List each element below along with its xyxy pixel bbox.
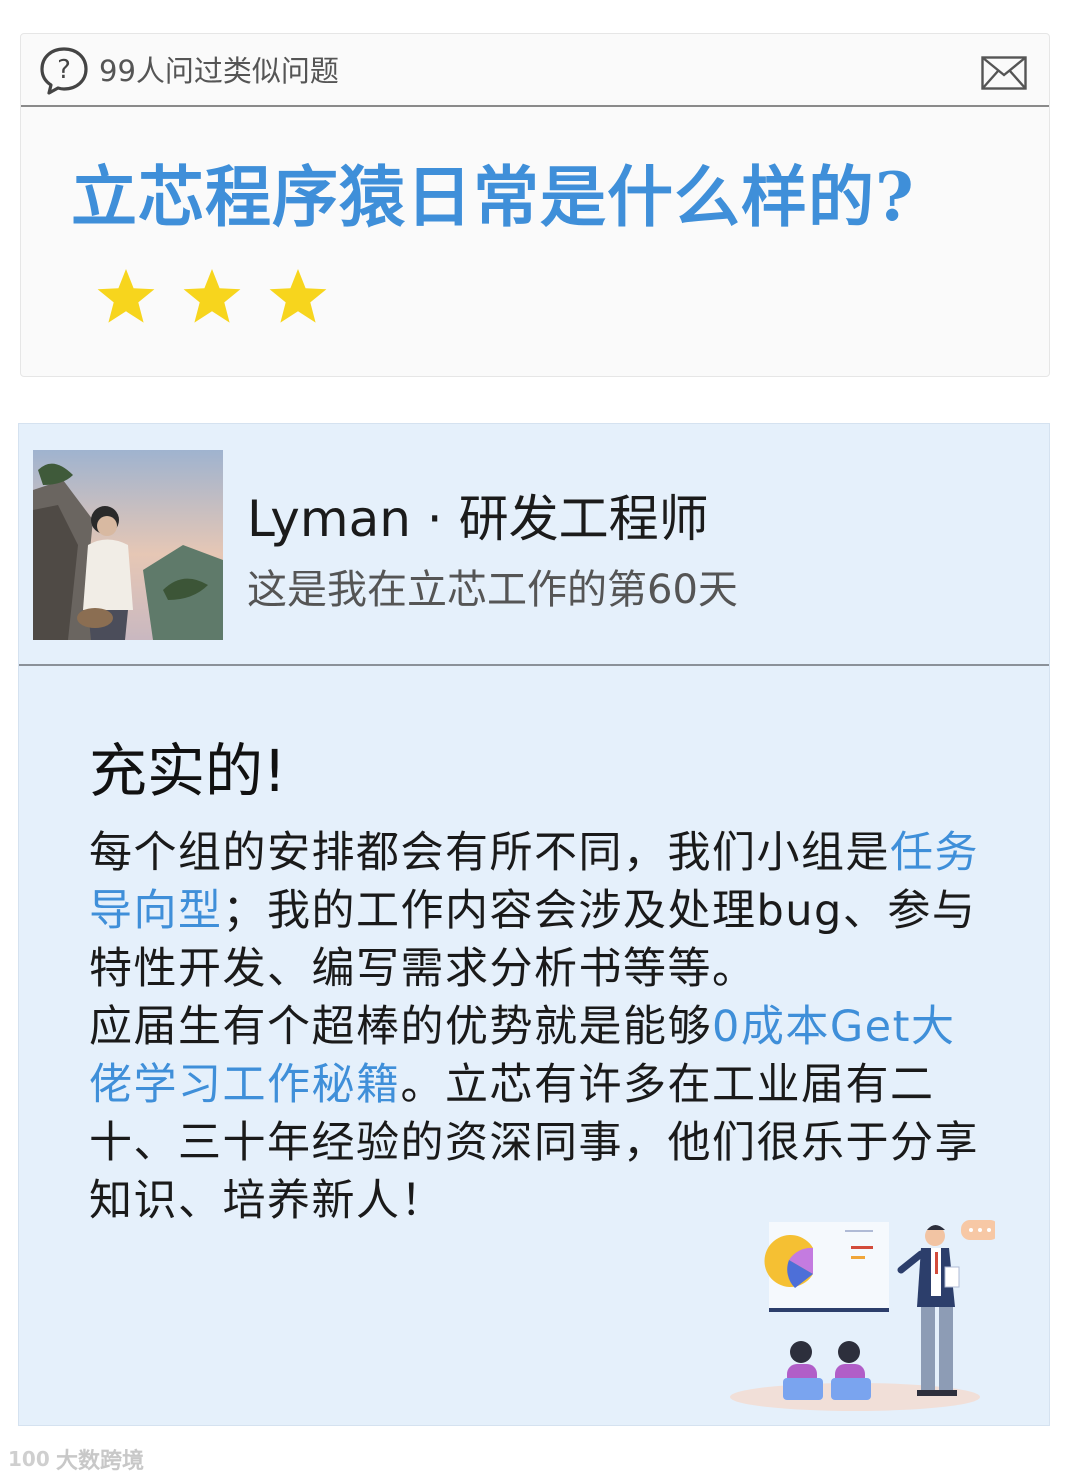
author-name[interactable]: Lyman · 研发工程师	[247, 488, 709, 550]
star-icon	[97, 269, 155, 323]
paragraph-text: ；我的工作内容会涉及处理bug、参与特性开发、编写需求分析书等等。	[89, 886, 977, 994]
question-header: ? 99人问过类似问题	[21, 34, 1049, 107]
answer-heading: 充实的!	[89, 737, 287, 805]
star-icon	[183, 269, 241, 323]
watermark-logo: 100	[8, 1447, 50, 1471]
watermark: 100 大数跨境	[8, 1444, 144, 1474]
rating-stars	[95, 266, 329, 328]
paragraph-text: 每个组的安排都会有所不同，我们小组是	[89, 828, 890, 878]
watermark-text: 大数跨境	[56, 1449, 145, 1474]
author-subtitle: 这是我在立芯工作的第60天	[247, 567, 738, 613]
svg-text:100: 100	[8, 1447, 50, 1471]
answer-paragraph: 每个组的安排都会有所不同，我们小组是任务导向型；我的工作内容会涉及处理bug、参…	[89, 824, 999, 998]
star-icon	[269, 269, 327, 323]
paragraph-text: 应届生有个超棒的优势就是能够	[89, 1002, 712, 1052]
question-bubble-icon: ?	[40, 47, 88, 95]
asked-count-text: 99人问过类似问题	[99, 54, 339, 88]
answer-paragraph: 应届生有个超棒的优势就是能够0成本Get大佬学习工作秘籍。立芯有许多在工业届有二…	[89, 998, 999, 1230]
presentation-illustration	[730, 1220, 995, 1411]
question-title: 立芯程序猿日常是什么样的?	[71, 158, 915, 236]
question-card: ? 99人问过类似问题 立芯程序猿日常是什么样的?	[20, 33, 1050, 377]
avatar	[33, 450, 223, 640]
svg-text:?: ?	[57, 55, 71, 85]
answer-body: 每个组的安排都会有所不同，我们小组是任务导向型；我的工作内容会涉及处理bug、参…	[89, 824, 999, 1230]
answer-card: Lyman · 研发工程师 这是我在立芯工作的第60天 充实的! 每个组的安排都…	[18, 423, 1050, 1426]
mail-icon[interactable]	[981, 56, 1027, 90]
answer-author-header: Lyman · 研发工程师 这是我在立芯工作的第60天	[19, 424, 1049, 666]
